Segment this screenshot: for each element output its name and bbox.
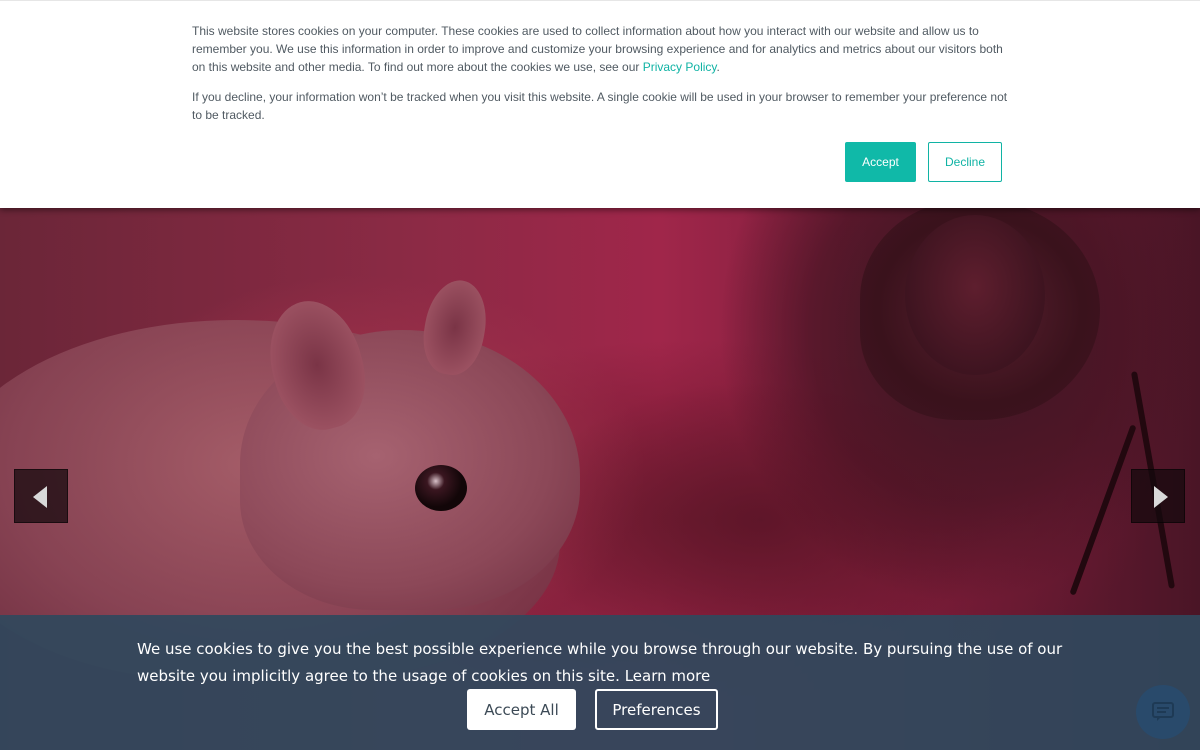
preferences-button[interactable]: Preferences xyxy=(595,689,718,730)
cookie-consent-text-part: This website stores cookies on your comp… xyxy=(192,24,1003,74)
cookie-consent-text: This website stores cookies on your comp… xyxy=(192,22,1012,136)
chevron-left-icon xyxy=(33,486,47,508)
accept-button[interactable]: Accept xyxy=(845,142,916,182)
cookie-consent-text-end: . xyxy=(716,60,720,74)
learn-more-link[interactable]: Learn more xyxy=(625,667,711,685)
slider-next-button[interactable] xyxy=(1131,469,1185,523)
cookie-bar-text: We use cookies to give you the best poss… xyxy=(137,636,1067,690)
chat-launcher-button[interactable] xyxy=(1136,685,1190,739)
privacy-policy-link[interactable]: Privacy Policy xyxy=(643,60,717,74)
cookie-consent-banner: This website stores cookies on your comp… xyxy=(0,0,1200,208)
rat-eye xyxy=(415,465,467,511)
slider-prev-button[interactable] xyxy=(14,469,68,523)
accept-all-button[interactable]: Accept All xyxy=(467,689,576,730)
chat-icon xyxy=(1152,702,1174,721)
cookie-bar-message: We use cookies to give you the best poss… xyxy=(137,640,1063,685)
fly-leg xyxy=(1069,424,1137,596)
cookie-bar: We use cookies to give you the best poss… xyxy=(0,615,1200,750)
chevron-right-icon xyxy=(1154,486,1168,508)
decline-button[interactable]: Decline xyxy=(928,142,1002,182)
cookie-consent-paragraph: This website stores cookies on your comp… xyxy=(192,22,1012,76)
fly-eye xyxy=(905,215,1045,375)
cookie-decline-paragraph: If you decline, your information won’t b… xyxy=(192,90,1008,122)
